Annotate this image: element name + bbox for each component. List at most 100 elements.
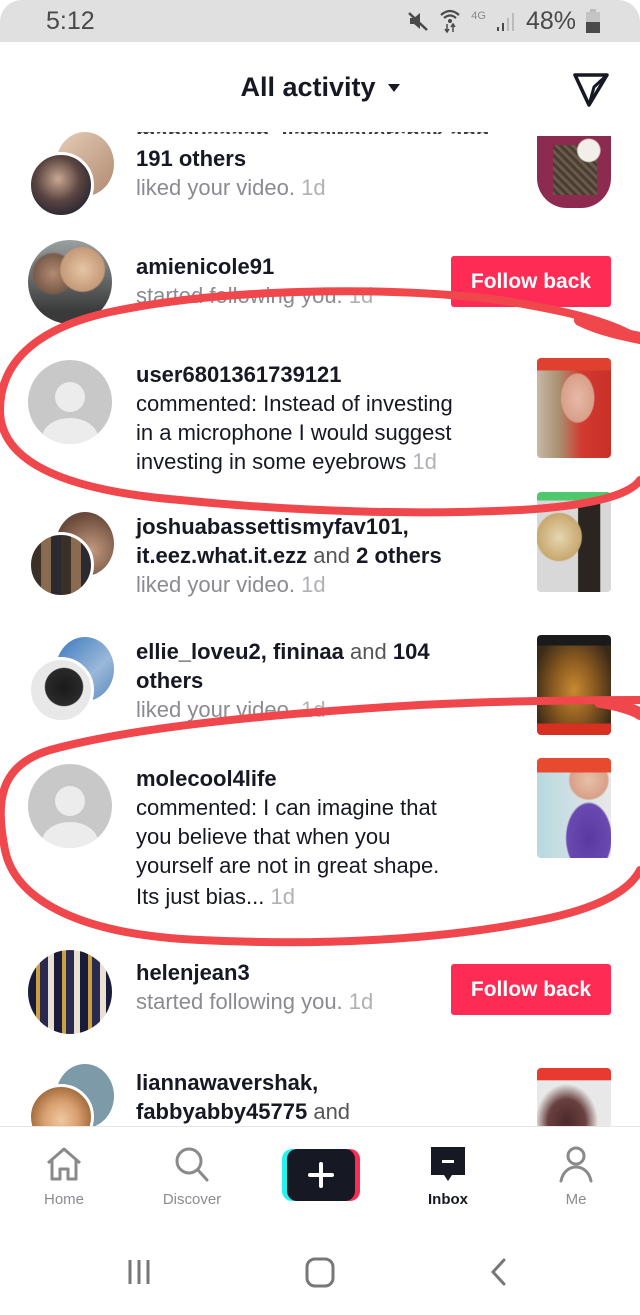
nav-label: Inbox <box>428 1191 468 1208</box>
battery-icon <box>586 9 600 33</box>
avatar-wrap <box>28 360 114 446</box>
timestamp: 1d <box>301 175 326 200</box>
avatar-wrap <box>28 950 114 1036</box>
notification-text: molecool4life commented: I can imagine t… <box>136 764 506 911</box>
avatar <box>28 657 94 723</box>
inbox-icon <box>431 1147 465 1181</box>
notification-action: liked your video. 1d <box>136 175 326 200</box>
video-thumbnail[interactable] <box>537 492 611 592</box>
timestamp: 1d <box>348 989 374 1014</box>
nav-discover[interactable]: Discover <box>142 1145 242 1208</box>
search-icon <box>175 1147 209 1182</box>
nav-me[interactable]: Me <box>526 1145 626 1208</box>
avatar-stack[interactable] <box>28 132 114 222</box>
follow-back-button[interactable]: Follow back <box>451 964 611 1015</box>
comment-line: commented: Instead of investing <box>136 391 453 416</box>
comment-line-last: investing in some eyebrows 1d <box>136 449 437 474</box>
notification-text: ellie_loveu2, fininaa and 104 others lik… <box>136 637 506 724</box>
list-item[interactable]: molecool4life commented: I can imagine t… <box>0 758 640 922</box>
username[interactable]: joshuabassettismyfav101, <box>136 512 506 541</box>
create-video-button[interactable] <box>282 1149 360 1201</box>
avatar-stack[interactable] <box>28 512 114 602</box>
users-line: ellie_loveu2, fininaa and 104 <box>136 639 430 664</box>
notification-text: joshuabassettismyfav101, it.eez.what.it.… <box>136 512 506 599</box>
nav-inbox[interactable]: Inbox <box>398 1145 498 1208</box>
list-item[interactable]: ellie_loveu2, fininaa and 104 others lik… <box>0 635 640 737</box>
activity-feed[interactable]: maheuaaaan, lianawaversnak and 191 other… <box>0 132 640 1126</box>
network-type: 4G <box>471 10 486 22</box>
timestamp: 1d <box>348 283 374 308</box>
list-item[interactable]: amienicole91 started following you. 1d F… <box>0 240 640 330</box>
list-item[interactable]: maheuaaaan, lianawaversnak and 191 other… <box>0 132 640 224</box>
avatar <box>28 532 94 598</box>
comment-line-last: Its just bias... 1d <box>136 884 295 909</box>
users-line: fabbyabby45775 and <box>136 1099 351 1124</box>
list-item[interactable]: user6801361739121 commented: Instead of … <box>0 356 640 486</box>
default-avatar[interactable] <box>28 360 112 444</box>
users-line: it.eez.what.it.ezz and 2 others <box>136 543 442 568</box>
video-thumbnail[interactable] <box>537 635 611 735</box>
avatar[interactable] <box>28 240 112 324</box>
username[interactable]: liannawavershak, <box>136 1068 506 1097</box>
default-avatar[interactable] <box>28 764 112 848</box>
list-item[interactable]: helenjean3 started following you. 1d Fol… <box>0 950 640 1040</box>
nav-label: Me <box>565 1191 587 1208</box>
video-thumbnail[interactable] <box>537 1068 611 1126</box>
list-item[interactable]: liannawavershak, fabbyabby45775 and <box>0 1062 640 1126</box>
page-title: All activity <box>240 71 376 102</box>
caret-down-icon <box>387 84 400 92</box>
timestamp: 1d <box>301 572 326 597</box>
profile-icon <box>559 1146 593 1183</box>
send-icon[interactable] <box>572 70 610 108</box>
avatar[interactable] <box>28 950 112 1034</box>
others-count: 191 others <box>136 146 247 171</box>
follow-back-button[interactable]: Follow back <box>451 256 611 307</box>
status-bar: 5:12 4G 48% <box>0 0 640 42</box>
notification-action: liked your video. 1d <box>136 697 326 722</box>
username[interactable]: it.eez.what.it.ezz <box>136 543 307 568</box>
back-icon[interactable] <box>484 1256 516 1288</box>
signal-icon <box>496 13 514 31</box>
avatar <box>28 152 94 218</box>
status-time: 5:12 <box>46 6 95 35</box>
notification-text: maheuaaaan, lianawaversnak and 191 other… <box>136 132 506 202</box>
list-item[interactable]: joshuabassettismyfav101, it.eez.what.it.… <box>0 492 640 612</box>
avatar-wrap <box>28 764 114 850</box>
timestamp: 1d <box>270 884 295 909</box>
notification-action: liked your video. 1d <box>136 572 326 597</box>
avatar-wrap <box>28 240 114 326</box>
wifi-icon <box>440 9 460 34</box>
nav-label: Home <box>43 1191 84 1208</box>
video-thumbnail[interactable] <box>537 358 611 458</box>
nav-label: Discover <box>162 1191 222 1208</box>
comment-line: you believe that when you <box>136 824 391 849</box>
header: All activity <box>0 42 640 132</box>
username[interactable]: molecool4life <box>136 764 506 793</box>
avatar-stack[interactable] <box>28 637 114 727</box>
username[interactable]: fininaa <box>273 639 344 664</box>
comment-line: commented: I can imagine that <box>136 795 437 820</box>
home-icon <box>47 1147 81 1181</box>
username[interactable]: user6801361739121 <box>136 360 506 389</box>
status-icons: 4G 48% <box>407 7 600 36</box>
nav-home[interactable]: Home <box>14 1145 114 1208</box>
activity-filter-dropdown[interactable]: All activity <box>240 71 400 103</box>
recent-apps-icon[interactable] <box>124 1256 156 1288</box>
video-thumbnail[interactable] <box>537 758 611 858</box>
comment-line: yourself are not in great shape. <box>136 853 440 878</box>
timestamp: 1d <box>301 697 326 722</box>
username[interactable]: fabbyabby45775 <box>136 1099 307 1124</box>
mute-icon <box>408 12 429 31</box>
notification-text: user6801361739121 commented: Instead of … <box>136 360 506 476</box>
others-label: others <box>136 668 204 693</box>
truncated-users: maheuaaaan, lianawaversnak and <box>136 132 506 134</box>
system-nav-bar <box>0 1226 640 1315</box>
home-circle-icon[interactable] <box>302 1256 338 1288</box>
username[interactable]: ellie_loveu2, <box>136 639 267 664</box>
comment-line: in a microphone I would suggest <box>136 420 452 445</box>
bottom-nav: Home Discover Inbox Me <box>0 1126 640 1226</box>
notification-text: liannawavershak, fabbyabby45775 and <box>136 1068 506 1126</box>
video-thumbnail[interactable] <box>537 136 611 208</box>
avatar-stack[interactable] <box>28 1064 114 1126</box>
timestamp: 1d <box>412 449 437 474</box>
